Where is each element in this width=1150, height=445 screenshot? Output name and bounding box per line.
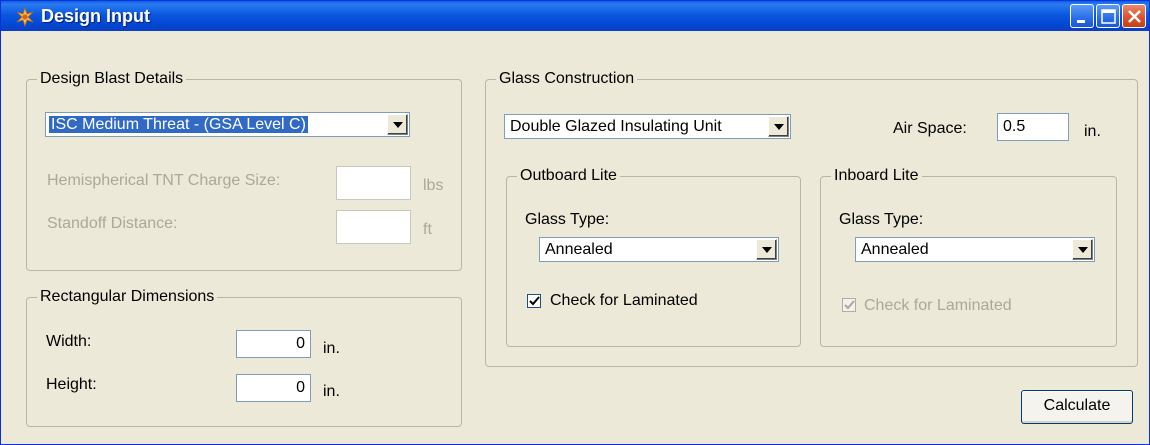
inboard-glass-type-label: Glass Type: [839, 211, 924, 228]
burst-star-icon [15, 6, 35, 28]
standoff-unit-label: ft [423, 221, 432, 238]
dropdown-arrow-button[interactable] [768, 116, 789, 137]
inboard-laminated-checkbox[interactable] [842, 298, 856, 312]
outboard-glass-type-label: Glass Type: [525, 211, 610, 228]
title-bar[interactable]: Design Input [1, 1, 1149, 31]
window-title: Design Input [41, 6, 150, 26]
maximize-icon [1101, 9, 1116, 24]
checkmark-icon [529, 296, 540, 306]
rectangular-dimensions-legend: Rectangular Dimensions [37, 288, 218, 306]
threat-level-value: ISC Medium Threat - (GSA Level C) [48, 115, 309, 134]
tnt-unit-label: lbs [423, 177, 444, 194]
outboard-glass-type-dropdown[interactable]: Annealed [539, 237, 779, 262]
chevron-down-icon [774, 124, 784, 130]
air-space-input[interactable] [997, 113, 1069, 141]
inboard-glass-type-dropdown[interactable]: Annealed [855, 237, 1095, 262]
minimize-button[interactable] [1070, 4, 1094, 28]
inboard-lite-legend: Inboard Lite [831, 167, 922, 185]
maximize-button[interactable] [1096, 4, 1120, 28]
outboard-laminated-checkbox[interactable] [527, 294, 541, 308]
height-label: Height: [46, 376, 97, 393]
outboard-lite-group: Outboard Lite Glass Type: Annealed Check… [506, 167, 801, 347]
dropdown-arrow-button[interactable] [756, 239, 777, 260]
glass-construction-dropdown[interactable]: Double Glazed Insulating Unit [504, 114, 791, 139]
width-input[interactable] [236, 330, 311, 358]
design-blast-details-group: Design Blast Details ISC Medium Threat -… [26, 70, 462, 271]
outboard-glass-type-value: Annealed [545, 241, 613, 258]
tnt-charge-input[interactable] [336, 166, 411, 200]
threat-level-dropdown[interactable]: ISC Medium Threat - (GSA Level C) [45, 112, 410, 137]
glass-construction-legend: Glass Construction [496, 70, 638, 88]
minimize-icon [1077, 20, 1085, 23]
inboard-laminated-label: Check for Laminated [864, 297, 1012, 314]
air-space-unit-label: in. [1084, 123, 1101, 140]
chevron-down-icon [393, 122, 403, 128]
dropdown-arrow-button[interactable] [387, 114, 408, 135]
chevron-down-icon [762, 247, 772, 253]
calculate-button[interactable]: Calculate [1021, 390, 1133, 424]
close-icon [1128, 10, 1141, 23]
air-space-label: Air Space: [893, 120, 967, 137]
width-label: Width: [46, 333, 92, 350]
inboard-glass-type-value: Annealed [861, 241, 929, 258]
design-blast-details-legend: Design Blast Details [37, 70, 187, 88]
design-input-window: Design Input Design Blast Details ISC Me… [0, 0, 1150, 445]
chevron-down-icon [1078, 247, 1088, 253]
outboard-laminated-label[interactable]: Check for Laminated [550, 292, 698, 310]
glass-construction-group: Glass Construction Double Glazed Insulat… [485, 70, 1138, 367]
dropdown-arrow-button[interactable] [1072, 239, 1093, 260]
height-input[interactable] [236, 374, 311, 402]
rectangular-dimensions-group: Rectangular Dimensions Width: in. Height… [26, 288, 462, 427]
width-unit-label: in. [323, 340, 340, 357]
outboard-lite-legend: Outboard Lite [517, 167, 620, 185]
standoff-distance-input[interactable] [336, 210, 411, 244]
tnt-charge-label: Hemispherical TNT Charge Size: [47, 172, 281, 189]
close-button[interactable] [1122, 4, 1146, 28]
checkmark-icon [844, 300, 855, 310]
inboard-lite-group: Inboard Lite Glass Type: Annealed Check … [820, 167, 1117, 347]
standoff-distance-label: Standoff Distance: [47, 215, 178, 232]
height-unit-label: in. [323, 383, 340, 400]
glass-construction-value: Double Glazed Insulating Unit [510, 118, 722, 135]
